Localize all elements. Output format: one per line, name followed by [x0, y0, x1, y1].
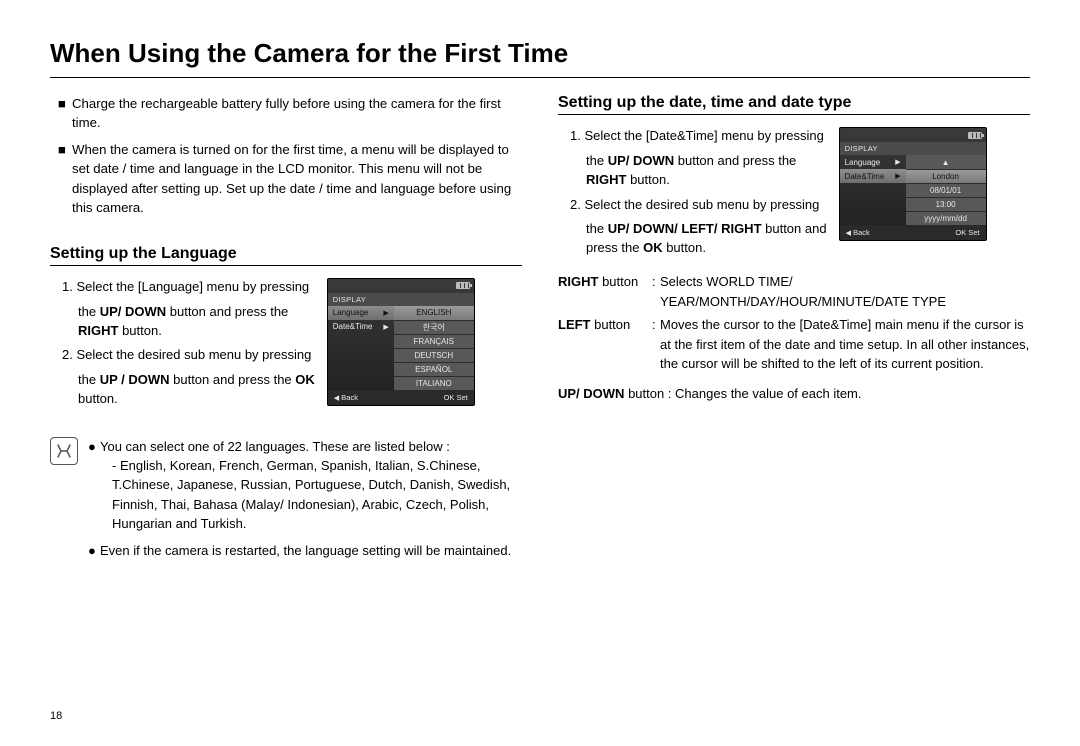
step-line: 2. Select the desired sub menu by pressi…: [586, 196, 827, 215]
section-rule: [50, 265, 522, 266]
datetime-steps-block: 1. Select the [Date&Time] menu by pressi…: [558, 127, 1030, 264]
lcd-footer: ◀ Back OK Set: [840, 225, 986, 240]
intro-text: When the camera is turned on for the fir…: [72, 140, 522, 217]
page-title: When Using the Camera for the First Time: [50, 38, 1030, 69]
page-number: 18: [50, 710, 62, 722]
intro-bullets: ■Charge the rechargeable battery fully b…: [50, 94, 522, 217]
section-rule: [558, 114, 1030, 115]
note-icon: [50, 437, 78, 465]
lcd-back: ◀ Back: [334, 393, 358, 402]
def-row: LEFT button : Moves the cursor to the [D…: [558, 315, 1030, 374]
step-line: the UP/ DOWN button and press the RIGHT …: [586, 152, 827, 190]
lcd-menu-item: Date&Time▶: [840, 169, 906, 183]
lcd-ok: OK Set: [955, 228, 979, 237]
lcd-option: 한국어: [394, 320, 474, 334]
battery-icon: [456, 282, 470, 289]
lcd-menu-title: DISPLAY: [328, 293, 474, 306]
step-line: the UP/ DOWN button and press the RIGHT …: [78, 303, 315, 341]
lcd-body: Language▶ Date&Time▶ ENGLISH 한국어 FRANÇAI…: [328, 306, 474, 390]
manual-page: When Using the Camera for the First Time…: [0, 0, 1080, 746]
def-single: UP/ DOWN button : Changes the value of e…: [558, 384, 1030, 404]
def-colon: :: [652, 315, 660, 374]
chevron-right-icon: ▶: [895, 172, 900, 180]
note-box: ● You can select one of 22 languages. Th…: [50, 437, 522, 568]
two-column-layout: ■Charge the rechargeable battery fully b…: [50, 94, 1030, 568]
bullet-dot: ■: [58, 140, 72, 217]
lcd-menu-item: Language▶: [328, 306, 394, 320]
note-item: ●Even if the camera is restarted, the la…: [88, 541, 522, 560]
lcd-option: ENGLISH: [394, 306, 474, 320]
lcd-menu-item: Language▶: [840, 155, 906, 169]
right-column: Setting up the date, time and date type …: [558, 94, 1030, 568]
lcd-footer: ◀ Back OK Set: [328, 390, 474, 405]
lcd-value-row: 13:00: [906, 197, 986, 211]
lcd-option: ESPAÑOL: [394, 362, 474, 376]
chevron-left-icon: ◀: [334, 395, 339, 402]
lcd-left-col: Language▶ Date&Time▶: [840, 155, 906, 225]
language-steps-block: 1. Select the [Language] menu by pressin…: [50, 278, 522, 415]
intro-bullet: ■Charge the rechargeable battery fully b…: [58, 94, 522, 132]
section-heading-datetime: Setting up the date, time and date type: [558, 94, 1030, 112]
def-value: Moves the cursor to the [Date&Time] main…: [660, 315, 1030, 374]
note-text: You can select one of 22 languages. Thes…: [100, 439, 450, 454]
lcd-body: Language▶ Date&Time▶ ▲ London 08/01/01 1…: [840, 155, 986, 225]
lcd-back: ◀ Back: [846, 228, 870, 237]
lcd-right-col: ENGLISH 한국어 FRANÇAIS DEUTSCH ESPAÑOL ITA…: [394, 306, 474, 390]
def-label: LEFT button: [558, 315, 652, 374]
note-list: ● You can select one of 22 languages. Th…: [88, 437, 522, 568]
datetime-steps: 1. Select the [Date&Time] menu by pressi…: [558, 127, 827, 264]
chevron-left-icon: ◀: [846, 230, 851, 237]
lcd-option: DEUTSCH: [394, 348, 474, 362]
battery-icon: [968, 132, 982, 139]
title-rule: [50, 77, 1030, 78]
lcd-statusbar: [840, 128, 986, 142]
def-label: RIGHT button: [558, 272, 652, 311]
step-line: the UP / DOWN button and press the OK bu…: [78, 371, 315, 409]
intro-bullet: ■When the camera is turned on for the fi…: [58, 140, 522, 217]
step-line: 2. Select the desired sub menu by pressi…: [78, 346, 315, 365]
lcd-arrow-row: ▲: [906, 155, 986, 169]
step-line: 1. Select the [Language] menu by pressin…: [78, 278, 315, 297]
chevron-right-icon: ▶: [383, 309, 388, 317]
left-column: ■Charge the rechargeable battery fully b…: [50, 94, 522, 568]
lcd-value-row: yyyy/mm/dd: [906, 211, 986, 225]
intro-text: Charge the rechargeable battery fully be…: [72, 94, 522, 132]
lcd-left-col: Language▶ Date&Time▶: [328, 306, 394, 390]
note-detail: - English, Korean, French, German, Spani…: [100, 456, 522, 533]
lcd-option: ITALIANO: [394, 376, 474, 390]
language-steps: 1. Select the [Language] menu by pressin…: [50, 278, 315, 415]
bullet-dot: ■: [58, 94, 72, 132]
def-colon: :: [652, 272, 660, 311]
chevron-right-icon: ▶: [895, 158, 900, 166]
bullet-dot: ●: [88, 541, 100, 560]
def-row: RIGHT button : Selects WORLD TIME/ YEAR/…: [558, 272, 1030, 311]
note-item: ● You can select one of 22 languages. Th…: [88, 437, 522, 533]
step-line: 1. Select the [Date&Time] menu by pressi…: [586, 127, 827, 146]
lcd-ok: OK Set: [444, 393, 468, 402]
lcd-menu-item: Date&Time▶: [328, 320, 394, 334]
lcd-option: FRANÇAIS: [394, 334, 474, 348]
bullet-dot: ●: [88, 437, 100, 533]
lcd-value-row: London: [906, 169, 986, 183]
lcd-right-col: ▲ London 08/01/01 13:00 yyyy/mm/dd: [906, 155, 986, 225]
lcd-value-row: 08/01/01: [906, 183, 986, 197]
lcd-menu-title: DISPLAY: [840, 142, 986, 155]
lcd-preview-language: DISPLAY Language▶ Date&Time▶ ENGLISH 한국어…: [327, 278, 475, 406]
def-value: Selects WORLD TIME/ YEAR/MONTH/DAY/HOUR/…: [660, 272, 1030, 311]
chevron-right-icon: ▶: [383, 323, 388, 331]
section-heading-language: Setting up the Language: [50, 245, 522, 263]
note-text: Even if the camera is restarted, the lan…: [100, 541, 511, 560]
step-line: the UP/ DOWN/ LEFT/ RIGHT button and pre…: [586, 220, 827, 258]
lcd-statusbar: [328, 279, 474, 293]
lcd-preview-datetime: DISPLAY Language▶ Date&Time▶ ▲ London 08…: [839, 127, 987, 241]
button-definitions: RIGHT button : Selects WORLD TIME/ YEAR/…: [558, 272, 1030, 374]
